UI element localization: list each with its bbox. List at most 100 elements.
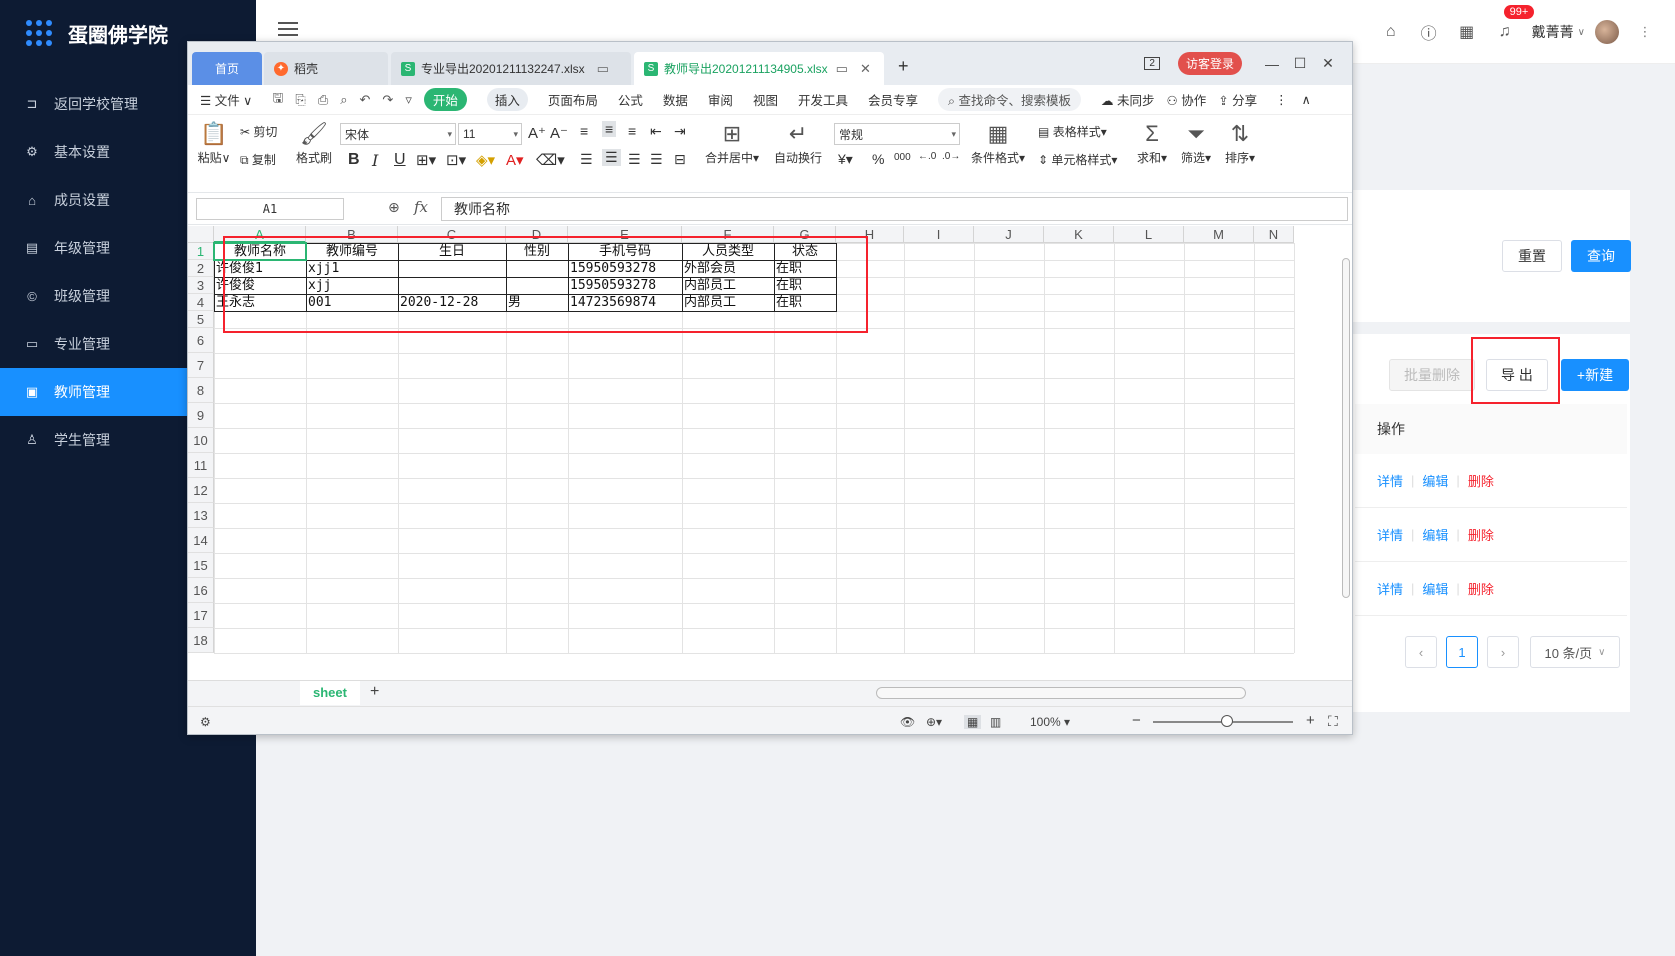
menu-member[interactable]: 会员专享 — [868, 90, 918, 109]
decrease-decimal-icon[interactable]: .0→ — [942, 151, 960, 162]
eraser-icon[interactable]: ⌫▾ — [536, 151, 565, 169]
row-header[interactable]: 15 — [188, 553, 214, 578]
row-header[interactable]: 1 — [188, 243, 214, 260]
column-header[interactable]: I — [904, 226, 974, 243]
menu-view[interactable]: 视图 — [753, 90, 778, 109]
close-icon[interactable]: ✕ — [860, 61, 871, 77]
row-header[interactable]: 2 — [188, 260, 214, 277]
bell-icon[interactable]: ♫ 99+ — [1486, 5, 1535, 41]
font-color-icon[interactable]: A▾ — [506, 151, 524, 169]
detail-link[interactable]: 详情 — [1377, 579, 1403, 598]
print-icon[interactable]: ⎙ — [318, 92, 328, 108]
delete-link[interactable]: 删除 — [1468, 525, 1494, 544]
page-size-select[interactable]: 10 条/页 ∨ — [1530, 636, 1620, 668]
cell-fill-icon[interactable]: ⊡▾ — [446, 151, 466, 169]
menu-file[interactable]: ☰ 文件 ∨ — [200, 90, 252, 109]
sort-button[interactable]: ⇅ 排序▾ — [1220, 119, 1260, 166]
undo-icon[interactable]: ↶ — [360, 92, 371, 108]
font-shrink-icon[interactable]: A⁻ — [550, 124, 568, 142]
cut-button[interactable]: ✂ 剪切 — [240, 123, 277, 140]
formula-input[interactable]: 教师名称 — [441, 197, 1348, 221]
edit-link[interactable]: 编辑 — [1422, 525, 1448, 544]
help-icon[interactable]: ⓘ — [1410, 20, 1448, 44]
window-count-indicator[interactable]: 2 — [1144, 57, 1160, 70]
italic-button[interactable]: I — [372, 151, 378, 170]
command-search[interactable]: ⌕ 查找命令、搜索模板 — [937, 88, 1081, 111]
user-name[interactable]: 戴菁菁 — [1532, 22, 1574, 42]
share-button[interactable]: ⇪ 分享 — [1218, 90, 1257, 109]
align-right-icon[interactable]: ☰ — [628, 151, 641, 168]
sheet-tab[interactable]: sheet — [300, 681, 360, 705]
bold-button[interactable]: B — [348, 151, 360, 169]
delete-link[interactable]: 删除 — [1468, 579, 1494, 598]
thousand-separator-button[interactable]: 000 — [894, 152, 911, 163]
column-header[interactable]: M — [1184, 226, 1254, 243]
border-icon[interactable]: ⊞▾ — [416, 151, 436, 169]
menu-dev-tools[interactable]: 开发工具 — [798, 90, 848, 109]
increase-decimal-icon[interactable]: ←.0 — [918, 151, 936, 162]
detail-link[interactable]: 详情 — [1377, 471, 1403, 490]
tab-major-export[interactable]: S 专业导出20201211132247.xlsx ▭ — [391, 52, 631, 85]
zoom-out-icon[interactable]: − — [1132, 712, 1141, 729]
row-header[interactable]: 3 — [188, 277, 214, 294]
query-button[interactable]: 查询 — [1571, 240, 1631, 272]
row-header[interactable]: 7 — [188, 353, 214, 378]
distribute-icon[interactable]: ⊟ — [674, 151, 686, 168]
format-painter-button[interactable]: 🖌 格式刷 — [292, 119, 336, 166]
column-header[interactable]: K — [1044, 226, 1114, 243]
page-number-button[interactable]: 1 — [1446, 636, 1478, 668]
horizontal-scrollbar[interactable] — [876, 687, 1246, 699]
chevron-down-icon[interactable]: ▿ — [405, 92, 412, 108]
maximize-icon[interactable]: ☐ — [1286, 55, 1314, 72]
column-header[interactable]: N — [1254, 226, 1294, 243]
align-bottom-icon[interactable]: ≡ — [628, 123, 636, 139]
row-header[interactable]: 17 — [188, 603, 214, 628]
row-header[interactable]: 6 — [188, 328, 214, 353]
menu-data[interactable]: 数据 — [663, 90, 688, 109]
redo-icon[interactable]: ↷ — [382, 92, 393, 108]
currency-button[interactable]: ¥▾ — [838, 151, 853, 168]
align-middle-icon[interactable]: ≡ — [602, 121, 617, 137]
underline-button[interactable]: U — [394, 151, 406, 169]
row-header[interactable]: 18 — [188, 628, 214, 653]
row-header[interactable]: 16 — [188, 578, 214, 603]
avatar[interactable] — [1595, 20, 1619, 44]
fullscreen-icon[interactable]: ⛶ — [1328, 713, 1338, 730]
prev-page-button[interactable]: ‹ — [1405, 636, 1437, 668]
merge-center-button[interactable]: ⊞ 合并居中▾ — [700, 119, 764, 166]
more-vertical-icon[interactable]: ⋮ — [1633, 24, 1657, 40]
apps-icon[interactable]: ▦ — [1448, 22, 1486, 42]
font-size-select[interactable]: 11 ▾ — [458, 123, 522, 145]
zoom-slider-knob[interactable] — [1221, 715, 1233, 727]
row-header[interactable]: 14 — [188, 528, 214, 553]
chevron-down-icon[interactable]: ∨ — [1578, 27, 1585, 38]
conditional-format-button[interactable]: ▦ 条件格式▾ — [968, 119, 1028, 166]
number-format-select[interactable]: 常规 ▾ — [834, 123, 960, 145]
visitor-login-button[interactable]: 访客登录 — [1177, 52, 1242, 75]
print-preview-icon[interactable]: ⌕ — [340, 92, 347, 108]
row-header[interactable]: 9 — [188, 403, 214, 428]
next-page-button[interactable]: › — [1487, 636, 1519, 668]
name-box[interactable]: A1 — [196, 198, 344, 220]
zoom-level[interactable]: 100% ▾ — [1030, 715, 1070, 729]
indent-increase-icon[interactable]: ⇥ — [674, 123, 686, 140]
menu-review[interactable]: 审阅 — [708, 90, 733, 109]
normal-view-icon[interactable]: ▦ — [964, 715, 982, 729]
column-header[interactable]: L — [1114, 226, 1184, 243]
more-vertical-icon[interactable]: ⋮ — [1275, 92, 1288, 107]
column-header[interactable]: J — [974, 226, 1044, 243]
align-center-icon[interactable]: ☰ — [602, 149, 621, 166]
save-icon[interactable]: 🖫 — [272, 89, 283, 111]
menu-start[interactable]: 开始 — [423, 88, 467, 111]
select-all-corner[interactable] — [188, 226, 214, 243]
table-style-button[interactable]: ▤ 表格样式▾ — [1038, 123, 1107, 140]
align-left-icon[interactable]: ☰ — [580, 151, 593, 168]
font-grow-icon[interactable]: A⁺ — [528, 124, 546, 142]
indent-decrease-icon[interactable]: ⇤ — [650, 123, 662, 140]
row-header[interactable]: 5 — [188, 311, 214, 328]
tab-teacher-export[interactable]: S 教师导出20201211134905.xlsx ▭ ✕ — [634, 52, 884, 85]
reset-button[interactable]: 重置 — [1502, 240, 1562, 272]
zoom-in-icon[interactable]: + — [1306, 712, 1315, 729]
macro-icon[interactable]: ⚙ — [200, 715, 211, 729]
fill-color-icon[interactable]: ◈▾ — [476, 151, 495, 169]
